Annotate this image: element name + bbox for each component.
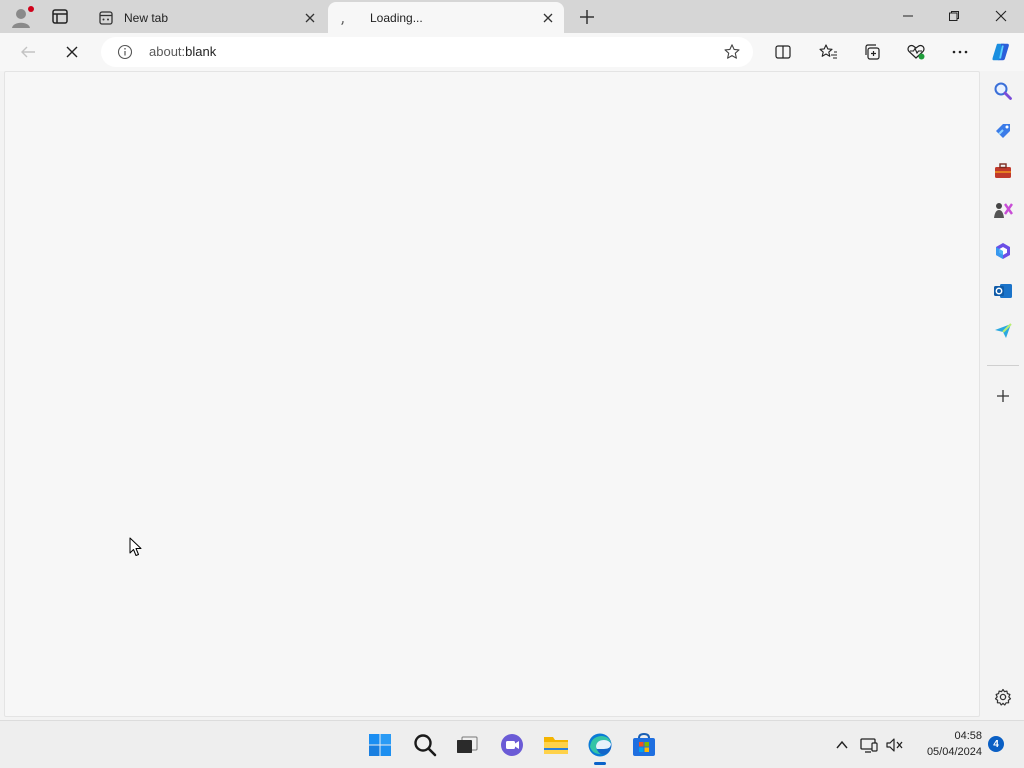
file-explorer-icon[interactable]: [542, 731, 570, 759]
send-drop-icon[interactable]: [992, 320, 1014, 342]
tab-loading[interactable]: Loading...: [328, 2, 564, 33]
chat-icon[interactable]: [498, 731, 526, 759]
minimize-icon[interactable]: [897, 5, 919, 27]
favorites-icon[interactable]: [817, 41, 839, 63]
clock-time: 04:58: [954, 730, 982, 742]
restore-icon[interactable]: [943, 5, 965, 27]
outlook-icon[interactable]: [992, 280, 1014, 302]
address-bar[interactable]: about:blank: [101, 37, 753, 67]
url-prefix: about:: [149, 44, 186, 59]
volume-muted-icon[interactable]: [885, 735, 905, 755]
new-tab-button[interactable]: [576, 6, 598, 28]
notification-badge[interactable]: 4: [988, 736, 1004, 752]
stop-loading-icon[interactable]: [60, 40, 84, 64]
browser-toolbar: about:blank: [0, 33, 1024, 71]
url-text[interactable]: about:blank: [149, 44, 216, 59]
network-display-icon[interactable]: [859, 735, 879, 755]
games-icon[interactable]: [992, 200, 1014, 222]
search-icon[interactable]: [411, 731, 439, 759]
tools-icon[interactable]: [992, 160, 1014, 182]
shopping-tag-icon[interactable]: [992, 120, 1014, 142]
title-bar: New tab Loading...: [0, 0, 1024, 33]
close-window-icon[interactable]: [990, 5, 1012, 27]
settings-more-icon[interactable]: [949, 41, 971, 63]
microsoft-365-icon[interactable]: [992, 240, 1014, 262]
clock-date: 05/04/2024: [926, 746, 982, 758]
back-icon[interactable]: [16, 40, 40, 64]
close-tab-icon[interactable]: [538, 8, 558, 28]
url-host: blank: [185, 44, 217, 59]
page-content[interactable]: [4, 71, 980, 717]
edge-icon[interactable]: [586, 731, 614, 765]
tab-new-tab[interactable]: New tab: [90, 2, 326, 33]
split-screen-icon[interactable]: [772, 41, 794, 63]
browser-essentials-icon[interactable]: [905, 41, 927, 63]
add-sidebar-app-icon[interactable]: [992, 385, 1014, 407]
close-tab-icon[interactable]: [300, 8, 320, 28]
mouse-pointer-icon: [129, 537, 143, 557]
edge-sidebar: [982, 71, 1024, 717]
system-clock[interactable]: 04:58 05/04/2024: [914, 728, 982, 760]
loading-favicon-icon: [336, 10, 352, 26]
tab-actions-icon[interactable]: [46, 6, 74, 28]
new-tab-icon: [98, 10, 114, 26]
sidebar-settings-gear-icon[interactable]: [992, 686, 1014, 708]
store-icon[interactable]: [630, 731, 658, 759]
collections-icon[interactable]: [861, 41, 883, 63]
search-icon[interactable]: [992, 80, 1014, 102]
tab-title: New tab: [124, 10, 169, 25]
windows-taskbar: 04:58 05/04/2024 4: [0, 720, 1024, 768]
profile-icon[interactable]: [8, 4, 36, 30]
tab-title: Loading...: [370, 10, 423, 25]
sidebar-divider: [987, 365, 1019, 366]
copilot-icon[interactable]: [990, 41, 1012, 63]
favorite-star-icon[interactable]: [723, 43, 741, 61]
chevron-up-icon[interactable]: [832, 735, 852, 755]
task-view-icon[interactable]: [453, 731, 481, 759]
site-info-icon[interactable]: [117, 44, 133, 60]
start-icon[interactable]: [366, 731, 394, 759]
